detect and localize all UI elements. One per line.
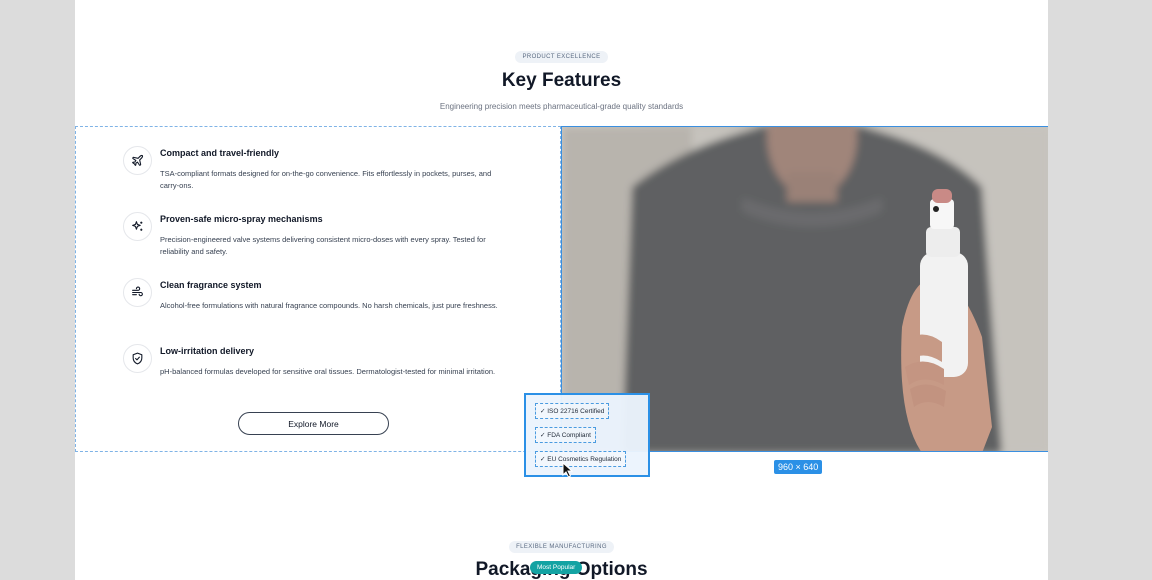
- most-popular-badge: Most Popular: [530, 561, 583, 574]
- feature-description: pH-balanced formulas developed for sensi…: [160, 367, 496, 376]
- explore-more-button[interactable]: Explore More: [238, 412, 389, 435]
- features-list: Compact and travel-friendly TSA-complian…: [75, 126, 561, 452]
- features-header: PRODUCT EXCELLENCE Key Features Engineer…: [75, 45, 1048, 111]
- feature-title: Clean fragrance system: [160, 280, 262, 290]
- feature-title: Low-irritation delivery: [160, 346, 255, 356]
- section-eyebrow: FLEXIBLE MANUFACTURING: [509, 541, 614, 553]
- section-title: Key Features: [501, 70, 622, 91]
- feature-title: Compact and travel-friendly: [160, 148, 280, 158]
- feature-description: Alcohol-free formulations with natural f…: [160, 301, 498, 310]
- image-dimensions-badge: 960 × 640: [774, 460, 823, 474]
- plane-icon: [123, 146, 152, 175]
- page: PRODUCT EXCELLENCE Key Features Engineer…: [75, 0, 1048, 580]
- section-eyebrow: PRODUCT EXCELLENCE: [515, 51, 608, 63]
- shield-check-icon: [123, 344, 152, 373]
- mouse-cursor-icon: [562, 462, 574, 478]
- wind-icon: [123, 278, 152, 307]
- feature-description: Precision-engineered valve systems deliv…: [160, 235, 486, 256]
- certifications-card: ✓ ISO 22716 Certified ✓ FDA Compliant ✓ …: [524, 393, 650, 478]
- certification-eu: ✓ EU Cosmetics Regulation: [535, 451, 627, 467]
- feature-title: Proven-safe micro-spray mechanisms: [160, 214, 323, 224]
- section-subtitle: Engineering precision meets pharmaceutic…: [439, 102, 684, 111]
- sparkles-icon: [123, 212, 152, 241]
- certification-fda: ✓ FDA Compliant: [535, 427, 596, 443]
- certification-iso: ✓ ISO 22716 Certified: [535, 403, 610, 419]
- feature-description: TSA-compliant formats designed for on-th…: [160, 169, 492, 190]
